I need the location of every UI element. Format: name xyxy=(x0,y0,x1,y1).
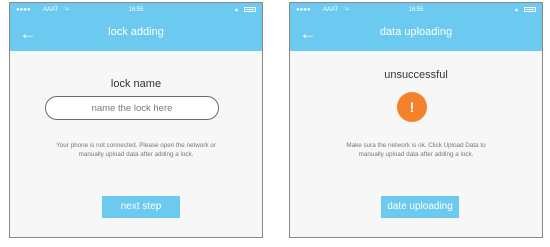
network-note-line2: manually upload data after adding a lock… xyxy=(358,151,474,158)
connection-note-line1: Your phone is not connected. Please open… xyxy=(56,142,216,149)
lock-adding-screen: ●●●● AAAT ≈ 16:55 ∗ ← lock adding lock n… xyxy=(9,2,263,238)
exclamation-icon: ! xyxy=(397,92,427,122)
connection-note: Your phone is not connected. Please open… xyxy=(18,141,254,159)
date-uploading-button[interactable]: date uploading xyxy=(381,196,459,218)
lock-name-label: lock name xyxy=(110,78,162,90)
page-title: lock adding xyxy=(108,26,164,38)
page-title: data uploading xyxy=(379,26,453,38)
status-bar: ●●●● AAAT ≈ 16:55 ∗ xyxy=(10,3,262,17)
bluetooth-icon: ∗ xyxy=(513,8,519,14)
battery-icon xyxy=(524,7,536,12)
battery-icon xyxy=(244,7,256,12)
result-heading: unsuccessful xyxy=(384,69,448,81)
app-bar: ●●●● AAAT ≈ 16:55 ∗ ← data uploading xyxy=(290,3,542,51)
app-bar: ●●●● AAAT ≈ 16:55 ∗ ← lock adding xyxy=(10,3,262,51)
status-time: 16:55 xyxy=(128,7,144,13)
next-step-button[interactable]: next step xyxy=(102,196,180,218)
network-note-line1: Make sura the network is ok. Click Uploa… xyxy=(346,142,486,149)
data-uploading-screen: ●●●● AAAT ≈ 16:55 ∗ ← data uploading uns… xyxy=(289,2,543,238)
lock-name-input[interactable] xyxy=(45,96,219,120)
back-arrow-icon[interactable]: ← xyxy=(18,24,38,44)
connection-note-line2: manually upload data after adding a lock… xyxy=(78,151,194,158)
status-bar: ●●●● AAAT ≈ 16:55 ∗ xyxy=(290,3,542,17)
back-arrow-icon[interactable]: ← xyxy=(298,24,318,44)
bluetooth-icon: ∗ xyxy=(233,8,239,14)
network-note: Make sura the network is ok. Click Uploa… xyxy=(298,141,534,159)
status-time: 16:55 xyxy=(408,7,424,13)
